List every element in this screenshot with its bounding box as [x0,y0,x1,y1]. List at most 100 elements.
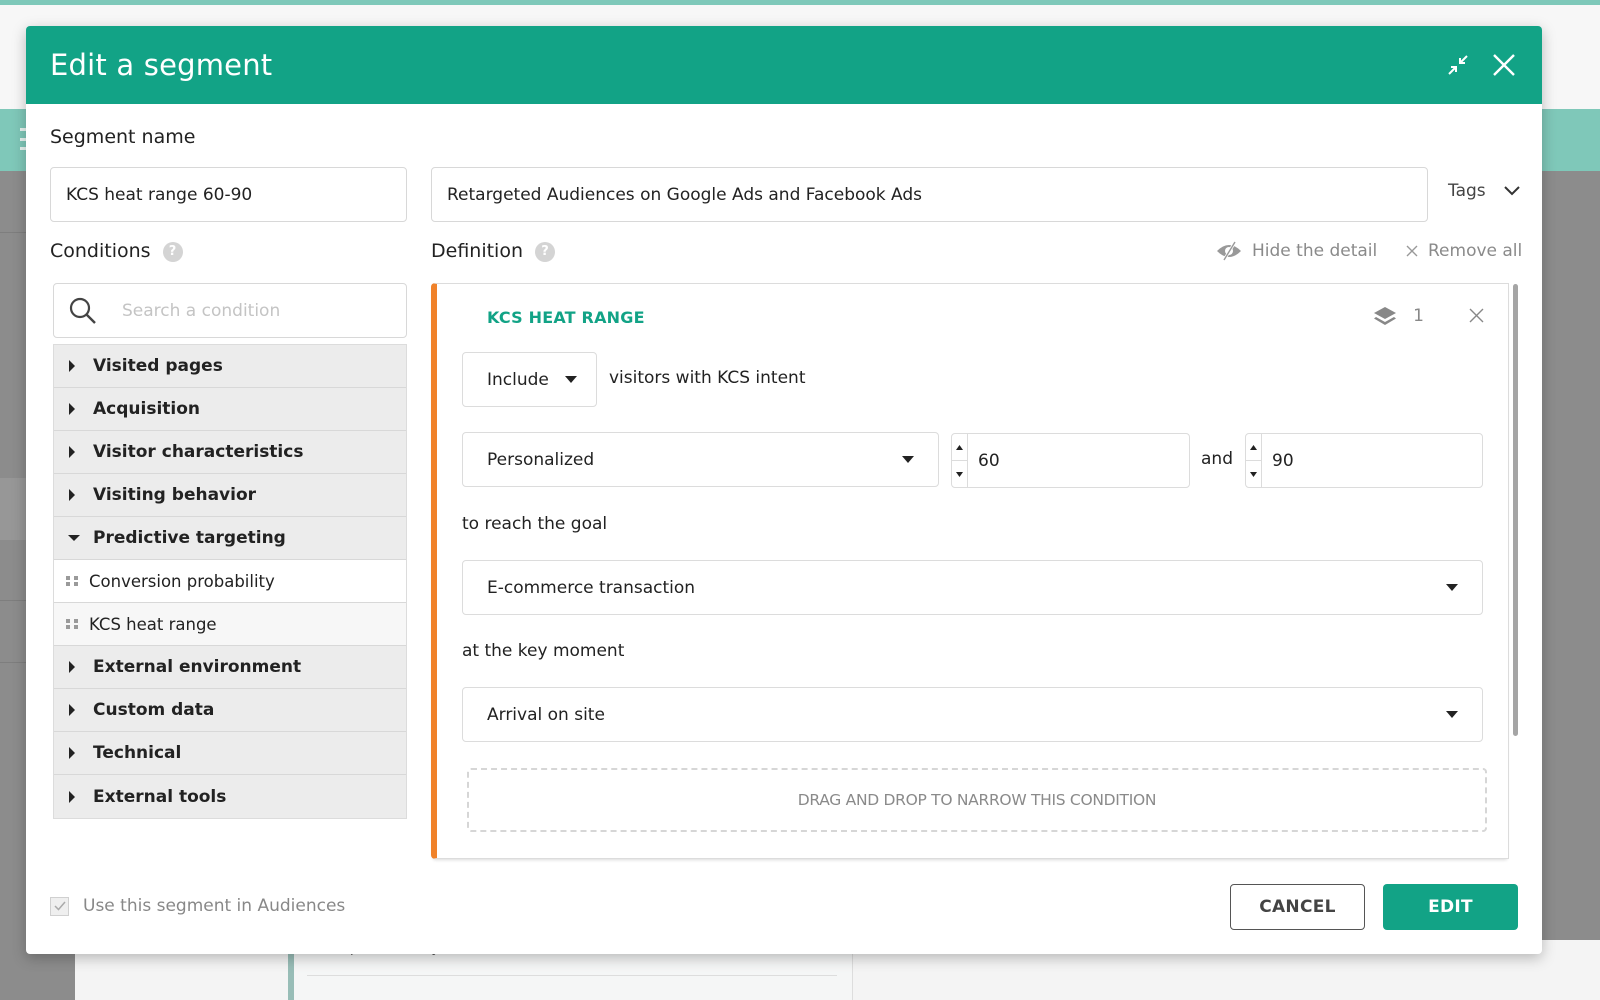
category-technical[interactable]: Technical [54,732,406,775]
cancel-button[interactable]: CANCEL [1230,884,1365,930]
layer-count: 1 [1373,306,1424,326]
category-custom-data[interactable]: Custom data [54,689,406,732]
tags-dropdown[interactable]: Tags [1448,181,1520,201]
background-card-divider [307,975,837,976]
remove-condition-button[interactable] [1469,308,1484,327]
mode-value: Personalized [487,449,595,470]
max-spinner[interactable] [1246,434,1262,487]
goal-text: to reach the goal [462,514,608,534]
drop-zone[interactable]: DRAG AND DROP TO NARROW THIS CONDITION [467,768,1487,832]
help-icon[interactable]: ? [535,241,556,262]
category-visitor-characteristics[interactable]: Visitor characteristics [54,431,406,474]
modal-title: Edit a segment [50,48,273,82]
hide-detail-button[interactable]: Hide the detail [1216,241,1377,261]
condition-conversion-probability[interactable]: Conversion probability [54,560,406,603]
goal-select[interactable]: E-commerce transaction [462,560,1483,615]
conditions-list: Visited pages Acquisition Visitor charac… [53,344,407,819]
mode-select[interactable]: Personalized [462,432,939,487]
category-label: Visiting behavior [93,485,257,505]
increment-button[interactable] [952,434,967,460]
and-text: and [1201,449,1233,469]
caret-down-icon [956,471,963,477]
category-predictive-targeting[interactable]: Predictive targeting [54,517,406,560]
caret-down-icon [68,534,86,542]
caret-right-icon [68,360,86,372]
checkbox[interactable] [50,896,69,916]
search-icon [69,297,96,324]
goal-value: E-commerce transaction [487,577,696,598]
edit-segment-modal: Edit a segment Segment name KCS heat ran… [26,26,1542,954]
minimize-icon [1448,55,1468,75]
close-icon [1469,308,1484,323]
remove-all-label: Remove all [1428,241,1523,261]
segment-name-label: Segment name [50,126,196,148]
condition-card-title: KCS HEAT RANGE [487,308,645,327]
caret-right-icon [68,790,86,803]
help-icon[interactable]: ? [162,241,183,262]
category-external-tools[interactable]: External tools [54,775,406,818]
search-placeholder: Search a condition [122,300,281,321]
caret-right-icon [68,403,86,415]
max-value: 90 [1272,450,1294,471]
layers-icon [1374,307,1397,325]
caret-up-icon [1250,444,1257,450]
caret-right-icon [68,489,86,501]
close-icon [1406,245,1418,257]
category-label: External tools [93,786,227,807]
category-label: Visited pages [93,356,223,376]
key-moment-text: at the key moment [462,641,625,661]
key-moment-select[interactable]: Arrival on site [462,687,1483,742]
category-label: Acquisition [93,399,201,419]
category-visited-pages[interactable]: Visited pages [54,345,406,388]
category-label: Technical [93,743,182,763]
edit-button[interactable]: EDIT [1383,884,1518,930]
category-visiting-behavior[interactable]: Visiting behavior [54,474,406,517]
condition-search-input[interactable]: Search a condition [53,283,407,338]
min-value-input[interactable]: 60 [951,433,1190,488]
drag-handle-icon [66,576,78,586]
caret-right-icon [68,661,86,673]
caret-down-icon [902,456,914,463]
include-select[interactable]: Include [462,352,597,407]
chevron-down-icon [1503,186,1520,196]
caret-down-icon [1250,471,1257,477]
eye-slash-icon [1217,241,1241,261]
key-moment-value: Arrival on site [487,704,605,725]
decrement-button[interactable] [1246,460,1261,487]
min-spinner[interactable] [952,434,968,487]
category-acquisition[interactable]: Acquisition [54,388,406,431]
caret-right-icon [68,747,86,759]
minimize-button[interactable] [1444,51,1472,79]
category-label: Custom data [93,700,215,720]
category-label: External environment [93,657,302,677]
caret-up-icon [956,444,963,450]
caret-right-icon [68,446,86,458]
checkmark-icon [53,901,66,911]
category-external-environment[interactable]: External environment [54,646,406,689]
category-label: Visitor characteristics [93,442,304,462]
condition-kcs-heat-range[interactable]: KCS heat range [54,603,406,646]
layer-count-value: 1 [1413,306,1424,326]
condition-label: KCS heat range [89,614,217,634]
use-in-audiences-checkbox[interactable]: Use this segment in Audiences [50,896,345,916]
remove-all-button[interactable]: Remove all [1406,241,1522,261]
modal-header: Edit a segment [26,26,1542,104]
close-icon [1493,54,1515,76]
increment-button[interactable] [1246,434,1261,460]
caret-down-icon [1446,711,1458,718]
tags-label: Tags [1448,181,1486,201]
category-label: Predictive targeting [93,528,286,548]
conditions-label: Conditions [50,240,151,262]
caret-right-icon [68,704,86,716]
decrement-button[interactable] [952,460,967,487]
use-in-audiences-label: Use this segment in Audiences [83,896,346,916]
max-value-input[interactable]: 90 [1245,433,1483,488]
close-modal-button[interactable] [1490,51,1518,79]
definition-scrollbar[interactable] [1513,284,1518,736]
include-value: Include [487,369,549,390]
definition-label: Definition [431,240,524,262]
condition-label: Conversion probability [89,571,275,591]
segment-description-input[interactable]: Retargeted Audiences on Google Ads and F… [431,167,1428,222]
segment-name-input[interactable]: KCS heat range 60-90 [50,167,407,222]
caret-down-icon [564,376,577,383]
